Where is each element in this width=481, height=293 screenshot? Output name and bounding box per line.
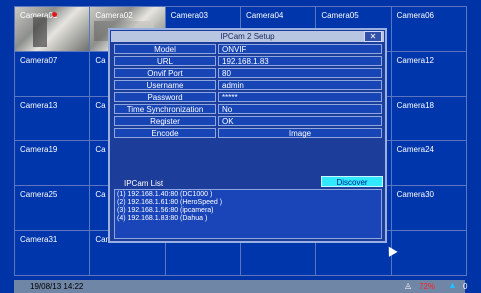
field-row-username: Username admin xyxy=(114,80,382,91)
discover-button[interactable]: Discover xyxy=(321,176,383,187)
camera-label: Camera30 xyxy=(396,190,435,200)
camera-tile-24[interactable]: Camera24 xyxy=(391,141,466,186)
field-label: Model xyxy=(114,44,216,54)
status-count: 0 xyxy=(463,282,468,291)
camera-label: Camera05 xyxy=(321,11,359,20)
camera-label: Camera31 xyxy=(20,235,58,245)
camera-label: Camera07 xyxy=(20,55,58,65)
field-label: Username xyxy=(114,80,216,90)
camera-label: Camera24 xyxy=(396,145,435,155)
password-field[interactable]: ***** xyxy=(218,92,382,102)
register-status[interactable]: OK xyxy=(218,116,382,126)
camera-label: Camera06 xyxy=(396,11,435,20)
camera-tile-36[interactable] xyxy=(391,231,466,275)
camera-tile-18[interactable]: Camera18 xyxy=(391,96,466,141)
camera-tile-13[interactable]: Camera13 xyxy=(15,96,90,141)
drop-icon: ▲ xyxy=(448,280,457,290)
list-item[interactable]: (2) 192.168.1.61:80 (HeroSpeed ) xyxy=(115,199,381,207)
list-item[interactable]: (4) 192.168.1.83:80 (Dahua ) xyxy=(115,215,381,223)
status-datetime: 19/08/13 14:22 xyxy=(30,282,84,291)
dvr-screen: Camera01 Camera02 Camera03 Camera04 Came… xyxy=(0,0,481,293)
list-item[interactable]: (3) 192.168.1.56:80 (ipcamera) xyxy=(115,207,381,215)
camera-tile-30[interactable]: Camera30 xyxy=(391,186,466,231)
image-button[interactable]: Image xyxy=(218,128,382,138)
camera-label: Ca xyxy=(95,190,106,200)
camera-tile-25[interactable]: Camera25 xyxy=(15,186,90,231)
camera-tile-19[interactable]: Camera19 xyxy=(15,141,90,186)
status-bar: 19/08/13 14:22 ◬ 72% ▲ 0 xyxy=(14,280,468,293)
field-row-register: Register OK xyxy=(114,116,382,127)
camera-label: Camera12 xyxy=(396,55,435,65)
list-item[interactable]: (1) 192.168.1.40:80 (DC1000 ) xyxy=(115,191,381,199)
camera-tile-07[interactable]: Camera07 xyxy=(15,51,90,96)
field-label: Password xyxy=(114,92,216,102)
close-icon[interactable]: ✕ xyxy=(364,31,382,42)
status-percent: 72% xyxy=(419,282,436,291)
field-row-encode: Encode Image xyxy=(114,128,382,139)
field-label: Onvif Port xyxy=(114,68,216,78)
field-row-onvif-port: Onvif Port 80 xyxy=(114,68,382,79)
camera-label: Ca xyxy=(95,55,106,65)
onvif-port-field[interactable]: 80 xyxy=(218,68,382,78)
url-field[interactable]: 192.168.1.83 xyxy=(218,56,382,66)
username-field[interactable]: admin xyxy=(218,80,382,90)
field-row-time-sync: Time Synchronization No xyxy=(114,104,382,115)
camera-tile-01[interactable]: Camera01 xyxy=(15,7,90,51)
camera-label: Camera25 xyxy=(20,190,58,200)
field-row-url: URL 192.168.1.83 xyxy=(114,56,382,67)
field-label: Register xyxy=(114,116,216,126)
camera-tile-06[interactable]: Camera06 xyxy=(391,7,466,51)
record-dot-icon xyxy=(52,12,57,17)
field-label: URL xyxy=(114,56,216,66)
camera-label: Camera13 xyxy=(20,100,58,110)
field-label: Time Synchronization xyxy=(114,104,216,114)
camera-label: Ca xyxy=(95,145,106,155)
ipcam-list-label: IPCam List xyxy=(124,179,164,188)
field-row-model: Model ONVIF xyxy=(114,44,382,55)
encode-button[interactable]: Encode xyxy=(114,128,216,138)
ipcam-list: (1) 192.168.1.40:80 (DC1000 ) (2) 192.16… xyxy=(114,189,382,239)
speaker-icon[interactable]: ◬ xyxy=(405,281,411,290)
camera-label: Ca xyxy=(95,100,106,110)
camera-tile-31[interactable]: Camera31 xyxy=(15,231,90,275)
field-row-password: Password ***** xyxy=(114,92,382,103)
ipcam-setup-dialog: IPCam 2 Setup ✕ Model ONVIF URL 192.168.… xyxy=(108,28,387,243)
camera-label: Camera02 xyxy=(95,11,133,20)
camera-label: Camera03 xyxy=(170,11,209,20)
dialog-title: IPCam 2 Setup xyxy=(111,31,384,42)
camera-label: Camera19 xyxy=(20,145,58,155)
camera-tile-12[interactable]: Camera12 xyxy=(391,51,466,96)
camera-label: Camera18 xyxy=(396,100,435,110)
time-sync-select[interactable]: No xyxy=(218,104,382,114)
camera-label: Camera04 xyxy=(246,11,284,20)
model-select[interactable]: ONVIF xyxy=(218,44,382,54)
